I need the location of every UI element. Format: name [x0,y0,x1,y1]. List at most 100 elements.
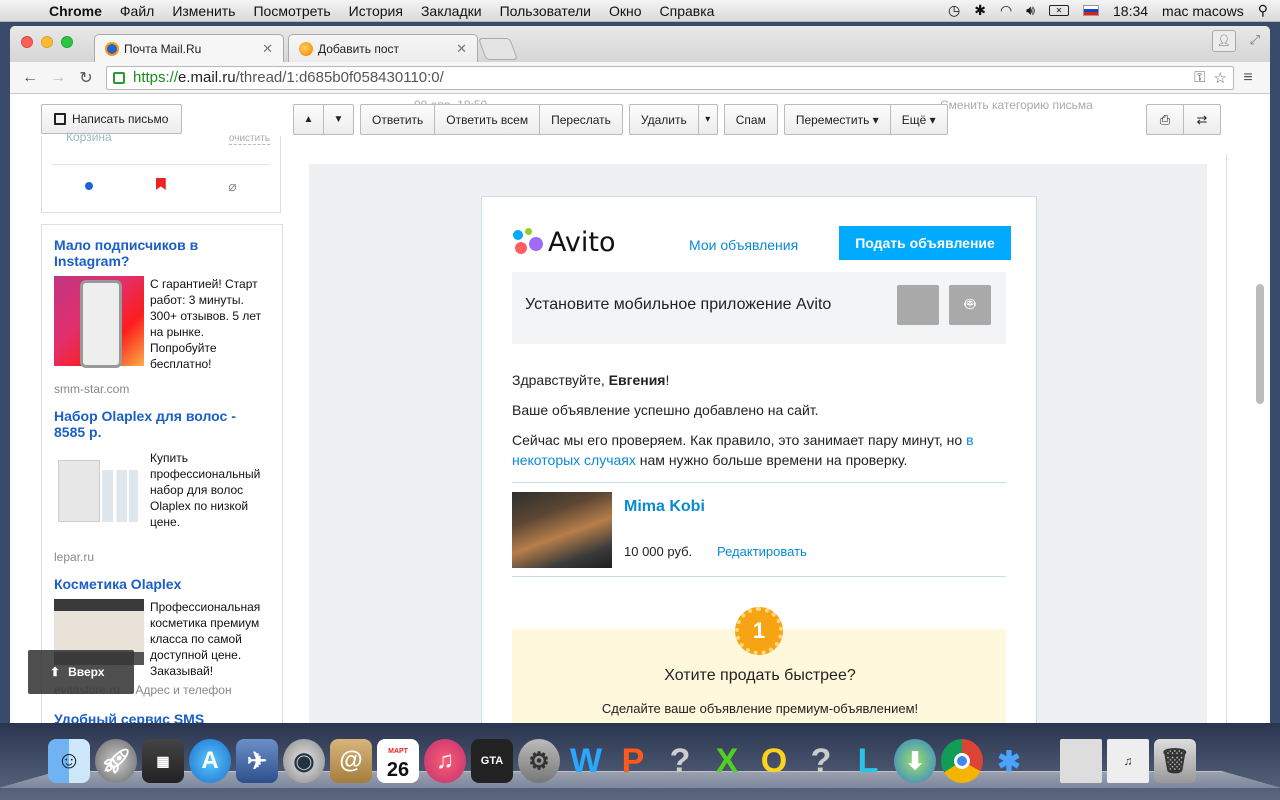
downloader-icon[interactable]: ⬇ [894,739,936,783]
contacts-icon[interactable]: @ [330,739,372,783]
my-ads-link[interactable]: Мои объявления [689,237,798,253]
battery-icon[interactable]: ✕ [1049,5,1069,16]
downloads-stack-icon[interactable]: ♫ [1107,739,1149,783]
gta-icon[interactable]: GTA [471,739,513,783]
prev-message-button[interactable]: ▲ [293,104,324,135]
trash-icon[interactable]: 🗑︎ [1154,739,1196,783]
back-icon[interactable]: ← [18,69,42,87]
edit-item-link[interactable]: Редактировать [717,544,807,559]
menu-app-name[interactable]: Chrome [40,3,111,19]
powerpoint-icon[interactable]: P [612,739,654,783]
menu-edit[interactable]: Изменить [163,3,244,19]
clear-trash-link[interactable]: очистить [228,133,270,145]
change-category-link[interactable]: Сменить категорию письма [940,98,1093,112]
reply-button[interactable]: Ответить [360,104,436,135]
outlook-icon[interactable]: O [753,739,795,783]
bluetooth-file-exchange-icon[interactable]: ✱ [988,739,1030,783]
ad-source[interactable]: lepar.ru [54,550,282,564]
menu-people[interactable]: Пользователи [491,3,600,19]
ad-title[interactable]: Удобный сервис SMS [54,711,264,723]
move-button[interactable]: Переместить ▾ [783,104,891,135]
delete-button[interactable]: Удалить [628,104,699,135]
close-tab-icon[interactable]: ✕ [262,41,273,57]
next-message-button[interactable]: ▼ [323,104,354,135]
time-machine-icon[interactable]: ◷ [948,2,960,19]
ad-title[interactable]: Косметика Olaplex [54,576,264,592]
menu-view[interactable]: Посмотреть [244,3,339,19]
facetime-icon[interactable]: ◉ [283,739,325,783]
documents-stack-icon[interactable] [1060,739,1102,783]
tab-mail[interactable]: Почта Mail.Ru ✕ [94,34,284,62]
launchpad-icon[interactable]: 🚀︎ [95,739,137,783]
chrome-menu-icon[interactable]: ≡ [1234,69,1262,87]
word-icon[interactable]: W [565,739,607,783]
ad-image[interactable] [54,276,144,368]
tab-add-post[interactable]: Добавить пост ✕ [288,34,478,62]
system-preferences-icon[interactable]: ⚙ [518,739,560,783]
ad-image[interactable] [54,450,144,540]
menu-bookmarks[interactable]: Закладки [412,3,491,19]
item-photo[interactable] [512,492,612,568]
print-icon[interactable]: ⎙ [1146,104,1184,135]
unknown-app-icon[interactable]: ? [659,739,701,783]
attachment-filter-icon[interactable]: ⌀ [228,178,236,195]
volume-icon[interactable]: 🔊︎ [1026,2,1035,19]
wifi-icon[interactable]: ◠ [1000,2,1012,19]
photo-booth-icon[interactable]: ▦ [142,739,184,783]
address-bar[interactable]: https:// e.mail.ru /thread/1:d685b0f0584… [106,65,1234,90]
input-source-flag-icon[interactable] [1083,5,1099,16]
ad-title[interactable]: Мало подписчиков в Instagram? [54,237,264,269]
more-button[interactable]: Ещё ▾ [889,104,948,135]
zoom-window-button[interactable] [61,36,73,48]
minimize-window-button[interactable] [41,36,53,48]
profile-icon[interactable]: 👤︎ [1212,30,1236,52]
apple-store-icon[interactable] [897,285,939,325]
folder-trash[interactable]: Корзина [66,130,112,144]
calendar-icon[interactable]: МАРТ 26 [377,739,419,783]
app-store-icon[interactable]: A [189,739,231,783]
key-icon[interactable]: ⚿ [1194,69,1205,87]
android-store-icon[interactable]: 🤖︎ [949,285,991,325]
chrome-icon[interactable] [941,739,983,783]
flagged-filter-icon[interactable] [155,178,166,190]
delete-dropdown-icon[interactable]: ▾ [697,104,718,135]
close-window-button[interactable] [21,36,33,48]
reply-all-button[interactable]: Ответить всем [434,104,541,135]
menubar-clock[interactable]: 18:34 [1113,3,1148,19]
forward-icon[interactable]: → [46,69,70,87]
itunes-icon[interactable]: ♫ [424,739,466,783]
ad-address-link[interactable]: Адрес и телефон [135,683,231,697]
ad-olaplex-set[interactable]: Набор Olaplex для волос - 8585 р. Купить… [54,408,282,564]
unknown-app-icon[interactable]: ? [800,739,842,783]
menu-history[interactable]: История [340,3,412,19]
spam-button[interactable]: Спам [723,104,778,135]
scroll-up-button[interactable]: ⬆ Вверх [28,650,134,694]
unread-filter-icon[interactable] [85,182,94,190]
forward-button[interactable]: Переслать [539,104,623,135]
avito-logo[interactable]: Avito [513,227,615,258]
ad-source[interactable]: smm-star.com [54,382,282,396]
excel-icon[interactable]: X [706,739,748,783]
ad-title[interactable]: Набор Olaplex для волос - 8585 р. [54,408,264,440]
item-title-link[interactable]: Mima Kobi [624,498,705,516]
new-tab-button[interactable] [477,38,519,60]
menu-help[interactable]: Справка [651,3,724,19]
ad-sms[interactable]: Удобный сервис SMS [54,711,282,723]
fullscreen-icon[interactable]: ⤢ [1250,32,1260,48]
eagle-app-icon[interactable]: ✈ [236,739,278,783]
window-controls [21,36,73,48]
bluetooth-icon[interactable]: ✱ [974,2,986,19]
menu-window[interactable]: Окно [600,3,651,19]
close-tab-icon[interactable]: ✕ [456,41,467,57]
finder-icon[interactable]: ☺ [48,739,90,783]
menubar-user[interactable]: mac macows [1162,3,1244,19]
reload-icon[interactable]: ↻ [74,68,98,88]
bookmark-star-icon[interactable]: ☆ [1214,69,1227,87]
post-ad-button[interactable]: Подать объявление [839,226,1011,260]
translate-icon[interactable]: ⇄ [1183,104,1221,135]
lync-icon[interactable]: L [847,739,889,783]
spotlight-search-icon[interactable]: ⚲ [1258,2,1268,19]
ad-instagram[interactable]: Мало подписчиков в Instagram? С гарантие… [54,237,282,396]
menu-file[interactable]: Файл [111,3,163,19]
page-scrollbar[interactable] [1256,284,1264,404]
